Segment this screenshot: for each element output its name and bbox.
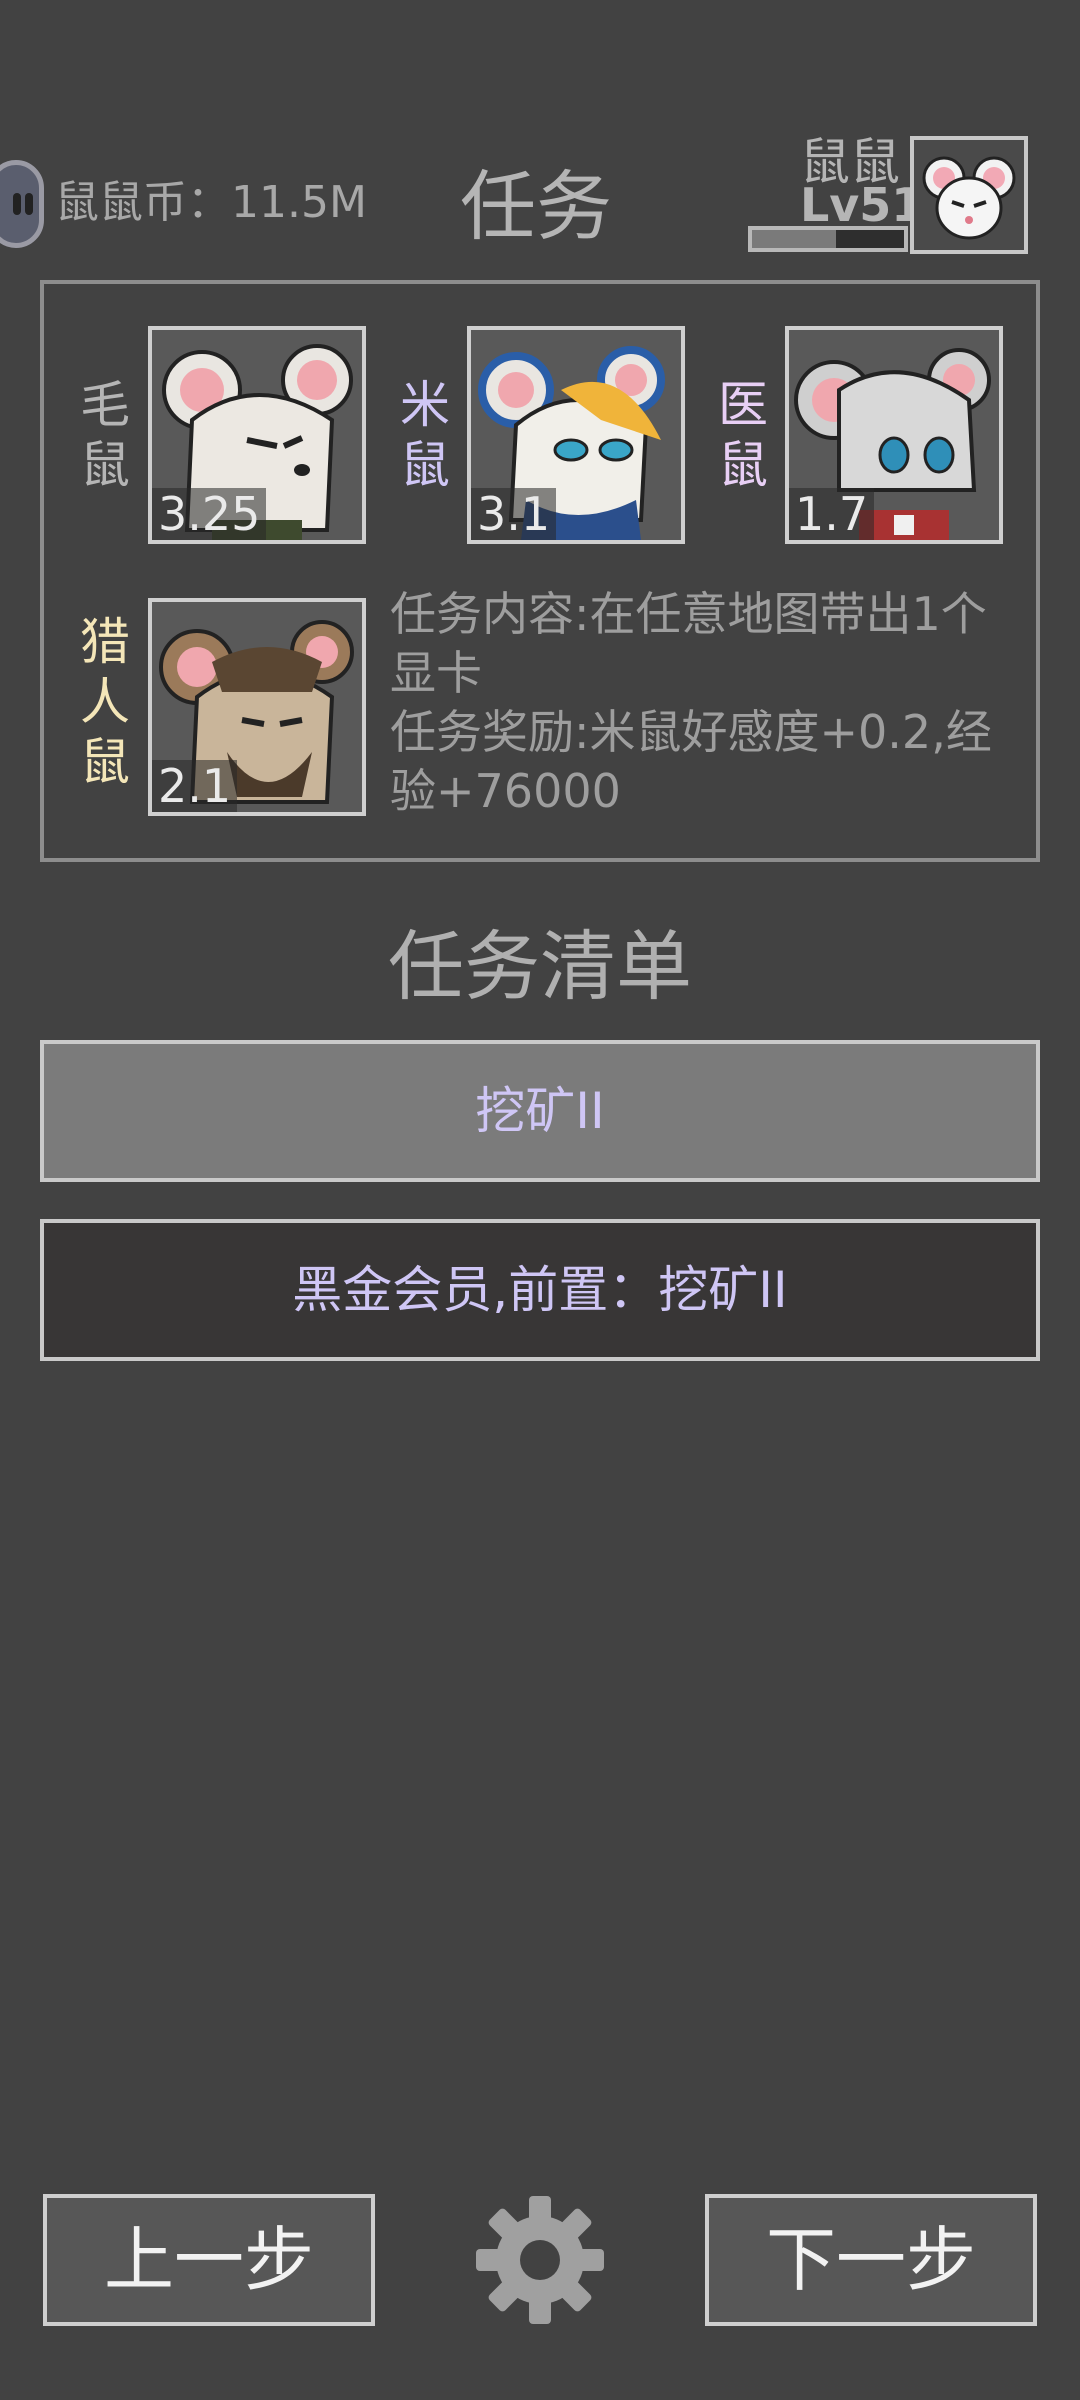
affinity-value: 3.1 [471,488,557,540]
character-portrait[interactable]: 3.1 [467,326,685,544]
task-list-title: 任务清单 [388,922,692,1011]
next-step-button[interactable]: 下一步 [705,2194,1037,2326]
task-item-label: 黑金会员,前置：挖矿II [292,1261,788,1319]
task-reward: 任务奖励:米鼠好感度+0.2,经验+76000 [390,705,992,818]
task-description: 任务内容:在任意地图带出1个显卡 任务奖励:米鼠好感度+0.2,经验+76000 [390,585,1010,821]
affinity-value: 3.25 [152,488,267,540]
gear-icon[interactable] [472,2192,608,2328]
character-portrait[interactable]: 3.25 [148,326,366,544]
task-item-label: 挖矿II [475,1082,605,1140]
coin-icon [0,160,44,248]
task-content: 任务内容:在任意地图带出1个显卡 [390,587,987,700]
character-portrait[interactable]: 2.1 [148,598,366,816]
character-name: 米鼠 [400,376,450,494]
player-avatar[interactable] [910,136,1028,254]
page-title: 任务 [460,162,612,251]
player-level: Lv51 [800,178,924,232]
prev-step-button[interactable]: 上一步 [43,2194,375,2326]
affinity-value: 1.7 [789,488,875,540]
task-item-mining[interactable]: 挖矿II [40,1040,1040,1182]
character-portrait[interactable]: 1.7 [785,326,1003,544]
character-name: 猎人鼠 [80,613,130,791]
character-name: 医鼠 [718,376,768,494]
affinity-value: 2.1 [152,760,238,812]
task-item-black-gold[interactable]: 黑金会员,前置：挖矿II [40,1219,1040,1361]
xp-bar [748,226,908,252]
xp-bar-fill [752,230,836,248]
coin-balance: 鼠鼠币：11.5M [55,177,367,228]
character-name: 毛鼠 [80,376,130,494]
